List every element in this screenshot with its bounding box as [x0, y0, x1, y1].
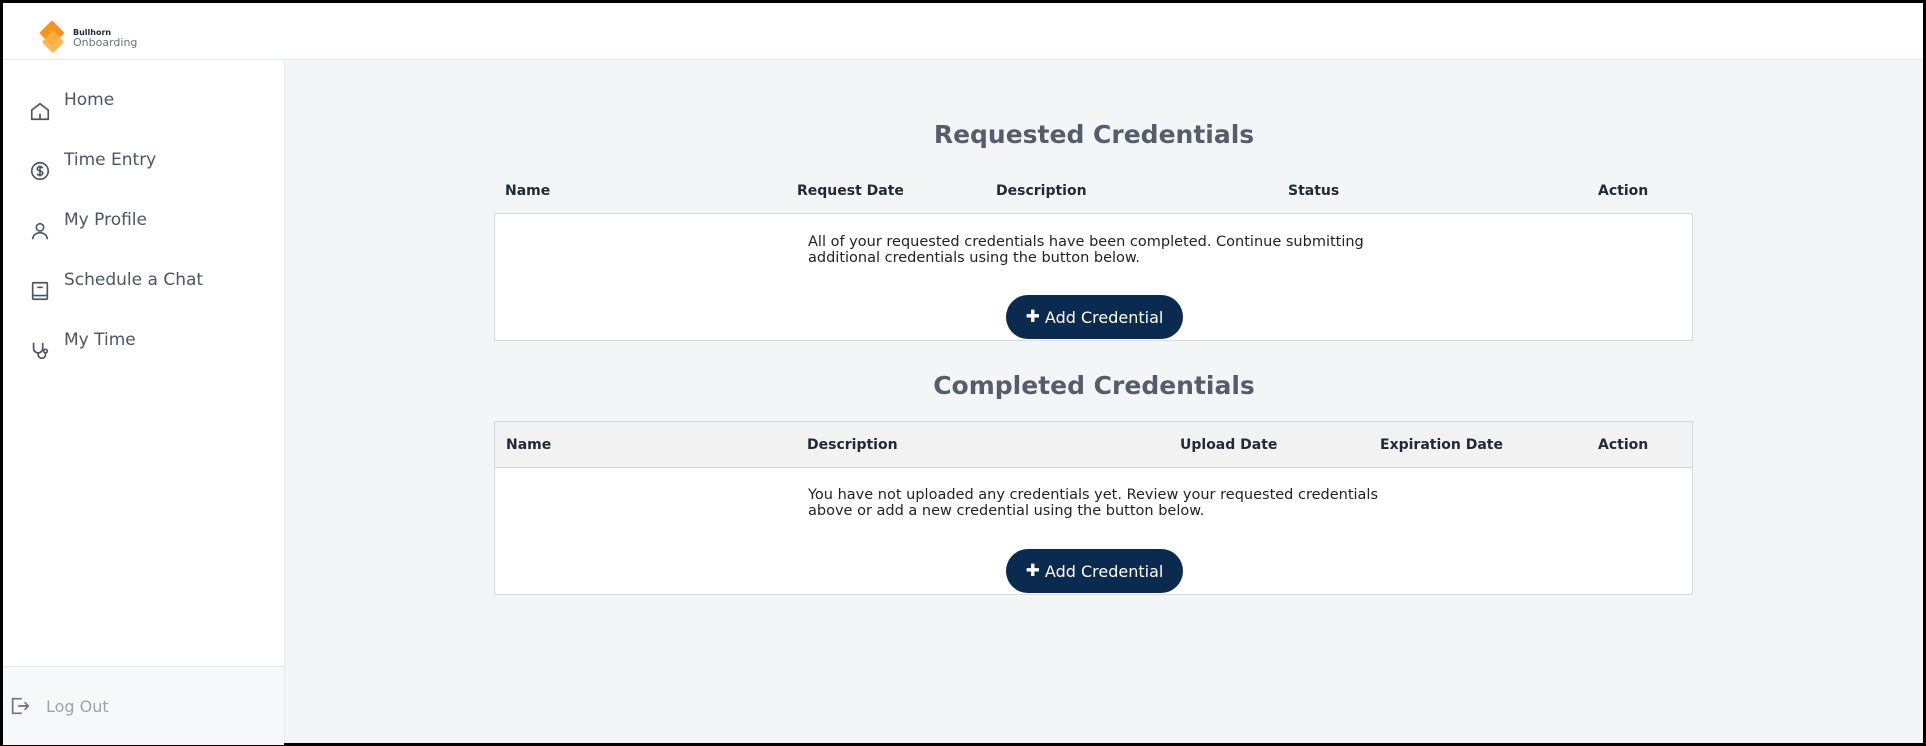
- sidebar-item-label: Home: [64, 90, 115, 110]
- column-header: Description: [996, 183, 1087, 199]
- table-header: Name Description Upload Date Expiration …: [494, 421, 1693, 467]
- table-body: All of your requested credentials have b…: [494, 213, 1693, 341]
- sidebar-item-home[interactable]: Home: [29, 90, 114, 124]
- column-header: Name: [505, 183, 551, 199]
- column-header: Status: [1288, 183, 1340, 199]
- top-bar: Bullhorn Onboarding: [3, 3, 1923, 60]
- add-credential-button[interactable]: ✚ Add Credential: [1006, 549, 1183, 593]
- table-body: You have not uploaded any credentials ye…: [494, 467, 1693, 595]
- empty-message-line: You have not uploaded any credentials ye…: [808, 487, 1379, 503]
- add-credential-button[interactable]: ✚ Add Credential: [1006, 295, 1183, 339]
- empty-state-message: You have not uploaded any credentials ye…: [808, 487, 1388, 519]
- sidebar-item-my-time[interactable]: My Time: [29, 330, 136, 364]
- logo-mark-icon: [39, 20, 67, 56]
- add-credential-label: Add Credential: [1044, 307, 1164, 327]
- sidebar-item-my-profile[interactable]: My Profile: [29, 210, 147, 244]
- empty-message-line: above or add a new credential using the …: [808, 503, 1205, 519]
- dollar-circle-icon: [29, 160, 51, 184]
- brand-logo[interactable]: Bullhorn Onboarding: [39, 20, 138, 56]
- home-icon: [29, 100, 51, 124]
- user-icon: [29, 220, 51, 244]
- book-icon: [29, 280, 51, 304]
- column-header: Action: [1598, 183, 1649, 199]
- add-credential-label: Add Credential: [1044, 561, 1164, 581]
- completed-credentials-title: Completed Credentials: [933, 371, 1255, 400]
- empty-message-line: additional credentials using the button …: [808, 250, 1141, 266]
- requested-credentials-table: Name Request Date Description Status Act…: [494, 169, 1693, 341]
- plus-icon: ✚: [1025, 561, 1040, 581]
- app-window: Bullhorn Onboarding Home Time Entry My P…: [0, 0, 1926, 746]
- stethoscope-icon: [29, 340, 51, 364]
- sidebar-item-schedule-chat[interactable]: Schedule a Chat: [29, 270, 203, 304]
- sidebar-item-label: My Profile: [64, 210, 147, 230]
- empty-message-line: All of your requested credentials have b…: [808, 234, 1364, 250]
- sidebar-item-label: Time Entry: [64, 150, 157, 170]
- logout-button[interactable]: Log Out: [9, 695, 109, 717]
- logout-area: Log Out: [3, 666, 284, 745]
- column-header: Request Date: [797, 183, 904, 199]
- table-header: Name Request Date Description Status Act…: [494, 169, 1693, 213]
- requested-credentials-title: Requested Credentials: [933, 120, 1255, 149]
- column-header: Action: [1598, 437, 1649, 453]
- column-header: Expiration Date: [1380, 437, 1503, 453]
- brand-name-label: Onboarding: [73, 36, 138, 50]
- completed-credentials-table: Name Description Upload Date Expiration …: [494, 421, 1693, 595]
- column-header: Description: [807, 437, 898, 453]
- sidebar-item-label: My Time: [64, 330, 136, 350]
- sidebar-item-time-entry[interactable]: Time Entry: [29, 150, 156, 184]
- plus-icon: ✚: [1025, 307, 1040, 327]
- column-header: Upload Date: [1180, 437, 1278, 453]
- column-header: Name: [506, 437, 552, 453]
- sidebar-item-label: Schedule a Chat: [64, 270, 204, 290]
- empty-state-message: All of your requested credentials have b…: [808, 234, 1388, 266]
- logout-label: Log Out: [46, 696, 109, 716]
- sidebar: Home Time Entry My Profile Schedule a Ch…: [3, 60, 285, 745]
- logout-icon: [9, 695, 31, 717]
